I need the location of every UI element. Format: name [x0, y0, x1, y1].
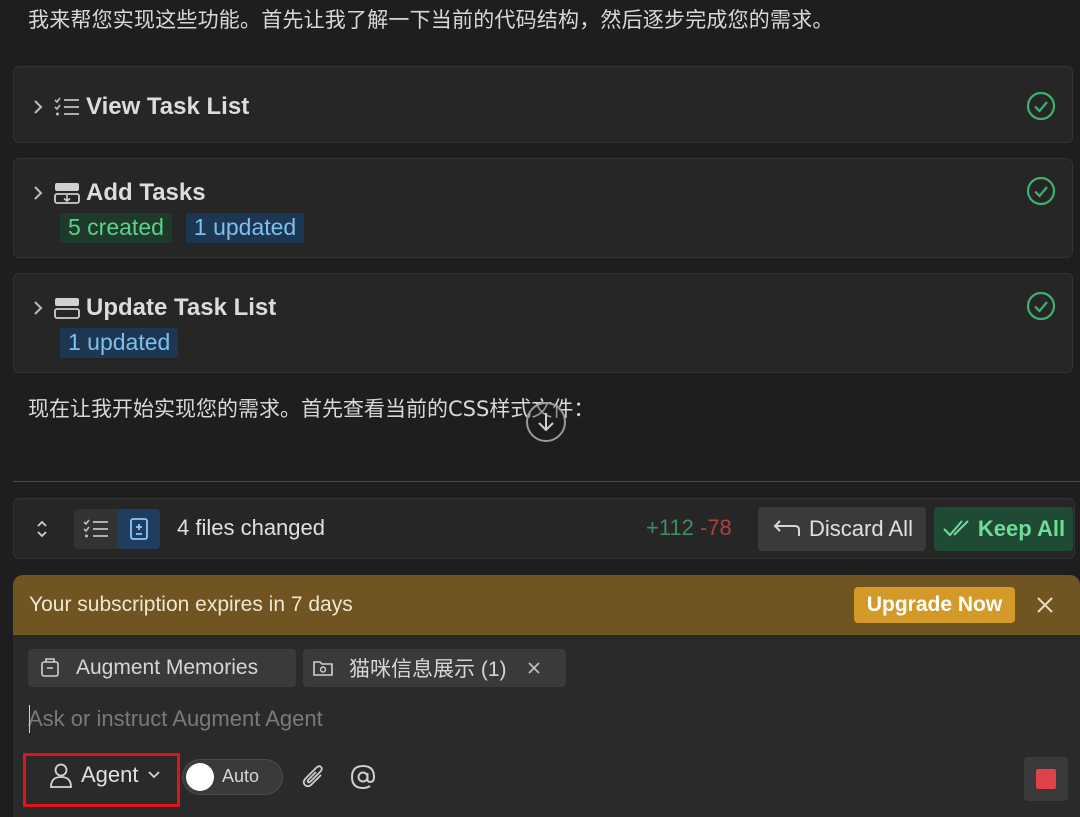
tool-card-view-task-list[interactable]: View Task List [13, 66, 1073, 143]
view-mode-toggle[interactable] [74, 509, 160, 549]
chevron-right-icon[interactable] [30, 184, 46, 202]
files-changed-count: 4 files changed [177, 515, 325, 540]
discard-all-label: Discard All [809, 516, 913, 541]
stop-icon [1036, 769, 1056, 789]
keep-all-button[interactable]: Keep All [934, 507, 1073, 551]
check-circle-icon [1026, 91, 1056, 121]
check-circle-icon [1026, 291, 1056, 321]
tool-card-add-tasks[interactable]: Add Tasks 5 created 1 updated [13, 158, 1073, 258]
augment-memories-chip[interactable]: Augment Memories [28, 649, 296, 687]
file-diff-view-icon[interactable] [117, 509, 160, 549]
context-folder-label: 猫咪信息展示 (1) [349, 658, 507, 681]
chat-input-panel: Your subscription expires in 7 days Upgr… [13, 575, 1080, 817]
at-mention-icon[interactable] [349, 763, 377, 791]
scroll-to-bottom-button[interactable] [526, 402, 566, 442]
augment-memories-label: Augment Memories [76, 656, 259, 679]
annotation-highlight-box [23, 753, 180, 807]
memory-icon [41, 658, 59, 677]
add-tasks-icon [54, 182, 80, 204]
card-title: Add Tasks [86, 179, 206, 206]
divider [13, 481, 1080, 482]
card-title: View Task List [86, 93, 250, 120]
chevron-right-icon[interactable] [30, 98, 46, 116]
updated-badge: 1 updated [60, 328, 179, 358]
auto-label: Auto [222, 766, 260, 786]
chevron-right-icon[interactable] [30, 299, 46, 317]
tag-list: 1 updated [60, 328, 179, 358]
close-icon[interactable] [1033, 593, 1057, 617]
toggle-knob [186, 763, 214, 791]
assistant-intro-message: 我来帮您实现这些功能。首先让我了解一下当前的代码结构，然后逐步完成您的需求。 [28, 8, 834, 32]
double-check-icon [943, 520, 969, 537]
card-title: Update Task List [86, 294, 277, 321]
task-list-icon [54, 96, 80, 118]
stop-button[interactable] [1024, 757, 1068, 801]
remove-chip-icon[interactable] [525, 659, 543, 677]
tag-list: 5 created 1 updated [60, 213, 305, 243]
expand-collapse-icon[interactable] [34, 518, 50, 540]
subscription-message: Your subscription expires in 7 days [29, 593, 353, 616]
deletions-count: -78 [700, 515, 732, 540]
undo-arrow-icon [773, 520, 801, 536]
auto-toggle[interactable]: Auto [182, 759, 283, 795]
update-tasks-icon [54, 297, 80, 319]
paperclip-icon[interactable] [301, 763, 327, 791]
created-badge: 5 created [60, 213, 172, 243]
additions-count: +112 [646, 515, 694, 540]
text-caret [29, 705, 30, 733]
check-circle-icon [1026, 176, 1056, 206]
upgrade-now-button[interactable]: Upgrade Now [854, 587, 1015, 623]
prompt-input[interactable] [28, 701, 1028, 737]
folder-icon [313, 661, 333, 676]
subscription-banner: Your subscription expires in 7 days Upgr… [13, 575, 1080, 635]
updated-badge: 1 updated [185, 213, 305, 243]
assistant-status-message: 现在让我开始实现您的需求。首先查看当前的CSS样式文件： [28, 397, 595, 421]
tool-card-update-task-list[interactable]: Update Task List 1 updated [13, 273, 1073, 373]
files-changed-bar: 4 files changed +112 -78 Discard All Kee… [13, 498, 1075, 559]
keep-all-label: Keep All [977, 516, 1066, 541]
context-folder-chip[interactable]: 猫咪信息展示 (1) [303, 649, 566, 687]
task-list-view-icon[interactable] [74, 509, 117, 549]
discard-all-button[interactable]: Discard All [758, 507, 926, 551]
arrow-down-icon [538, 413, 554, 432]
